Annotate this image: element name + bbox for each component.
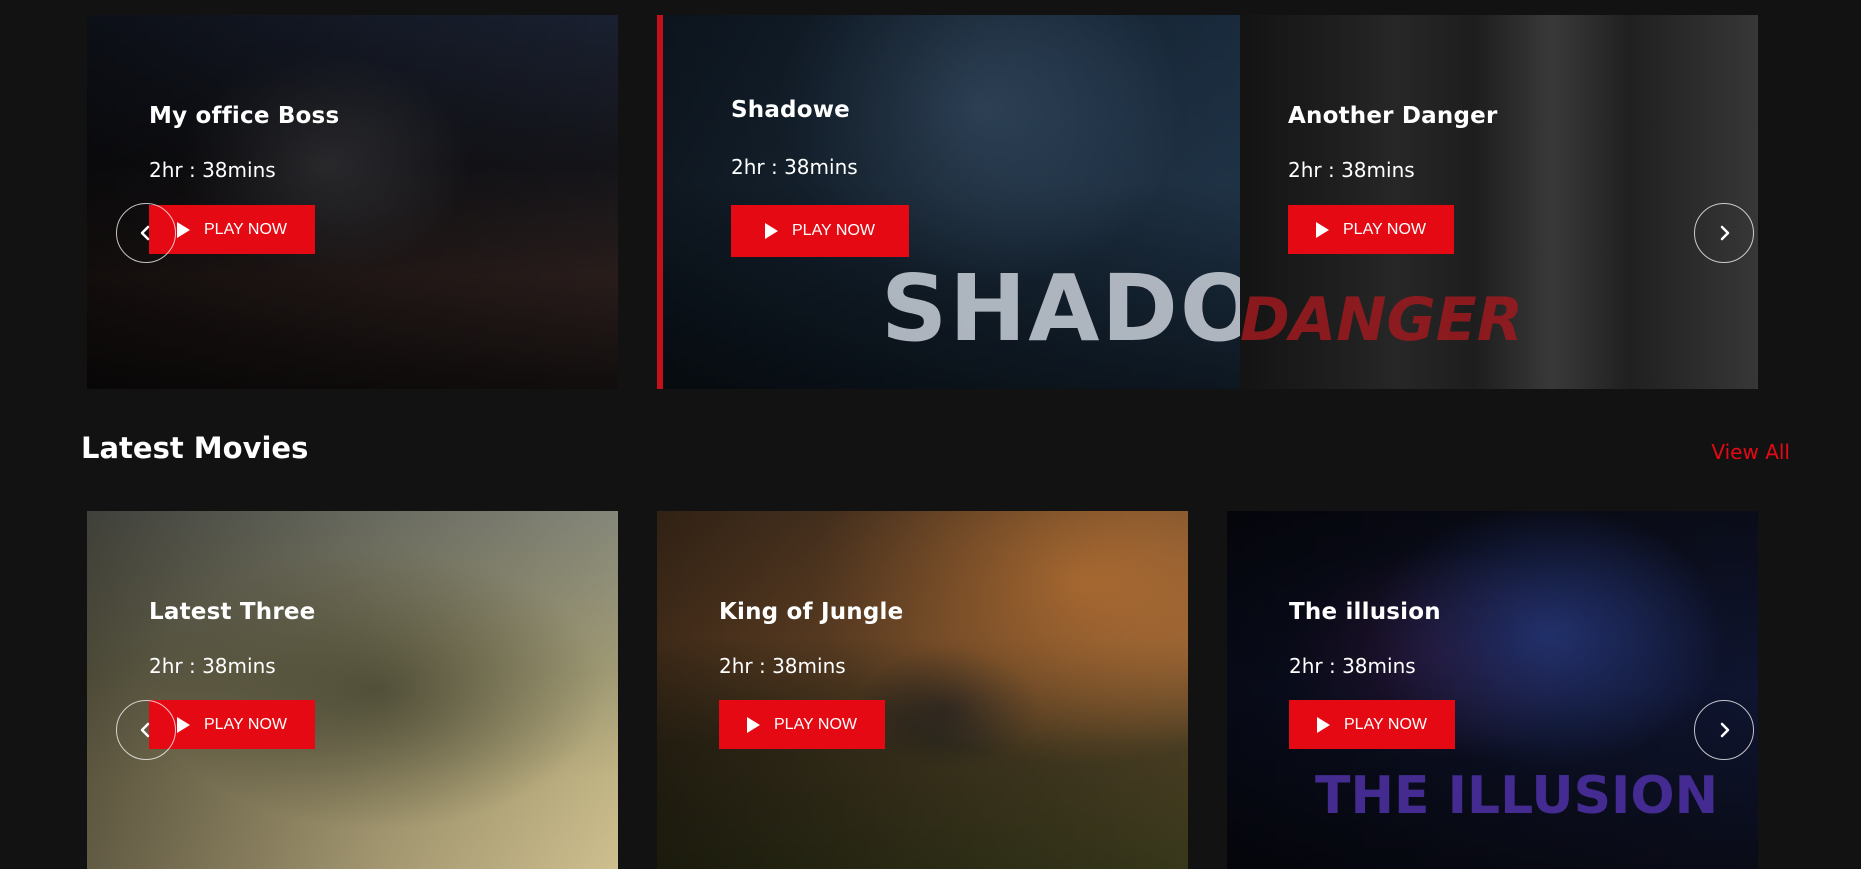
play-now-label: PLAY NOW xyxy=(204,715,287,733)
movie-title: The illusion xyxy=(1289,599,1441,625)
movie-duration: 2hr : 38mins xyxy=(731,155,858,179)
chevron-left-icon xyxy=(140,225,150,241)
section-title: Latest Movies xyxy=(81,431,309,465)
movie-duration: 2hr : 38mins xyxy=(719,654,846,678)
play-icon xyxy=(177,716,190,733)
play-icon xyxy=(1316,221,1329,238)
latest-card-the-illusion[interactable]: THE ILLUSION The illusion 2hr : 38mins P… xyxy=(1227,511,1758,869)
chevron-right-icon xyxy=(1720,722,1730,738)
movie-duration: 2hr : 38mins xyxy=(149,654,276,678)
movie-duration: 2hr : 38mins xyxy=(149,158,276,182)
play-now-label: PLAY NOW xyxy=(204,220,287,238)
movie-duration: 2hr : 38mins xyxy=(1289,654,1416,678)
play-now-button[interactable]: PLAY NOW xyxy=(1288,205,1454,254)
movie-title: King of Jungle xyxy=(719,599,904,625)
play-now-label: PLAY NOW xyxy=(1344,715,1427,733)
featured-card-shadowe[interactable]: SHADOW Shadowe 2hr : 38mins PLAY NOW xyxy=(663,15,1240,389)
chevron-right-icon xyxy=(1720,225,1730,241)
play-icon xyxy=(747,716,760,733)
poster-title-art: THE ILLUSION xyxy=(1315,766,1719,826)
play-now-button[interactable]: PLAY NOW xyxy=(1289,700,1455,749)
latest-card-latest-three[interactable]: Latest Three 2hr : 38mins PLAY NOW xyxy=(87,511,618,869)
movie-title: My office Boss xyxy=(149,103,340,129)
movie-title: Latest Three xyxy=(149,599,316,625)
latest-next-button[interactable] xyxy=(1694,700,1754,760)
carousel-next-button[interactable] xyxy=(1694,203,1754,263)
play-now-label: PLAY NOW xyxy=(1343,220,1426,238)
play-now-button[interactable]: PLAY NOW xyxy=(719,700,885,749)
latest-card-king-of-jungle[interactable]: King of Jungle 2hr : 38mins PLAY NOW xyxy=(657,511,1188,869)
chevron-left-icon xyxy=(140,722,150,738)
play-now-label: PLAY NOW xyxy=(774,715,857,733)
view-all-link[interactable]: View All xyxy=(1711,440,1790,464)
play-icon xyxy=(765,223,778,239)
featured-card-office-boss[interactable]: My office Boss 2hr : 38mins PLAY NOW xyxy=(87,15,618,389)
play-icon xyxy=(177,221,190,238)
play-now-label: PLAY NOW xyxy=(792,222,875,239)
featured-card-another-danger[interactable]: DANGER Another Danger 2hr : 38mins PLAY … xyxy=(1240,15,1758,389)
poster-title-art: SHADOW xyxy=(881,255,1240,362)
latest-prev-button[interactable] xyxy=(116,700,176,760)
poster-title-art: DANGER xyxy=(1240,285,1523,355)
carousel-prev-button[interactable] xyxy=(116,203,176,263)
play-icon xyxy=(1317,716,1330,733)
movie-duration: 2hr : 38mins xyxy=(1288,158,1415,182)
movie-title: Shadowe xyxy=(731,97,850,123)
movie-title: Another Danger xyxy=(1288,103,1498,129)
play-now-button[interactable]: PLAY NOW xyxy=(731,205,909,257)
